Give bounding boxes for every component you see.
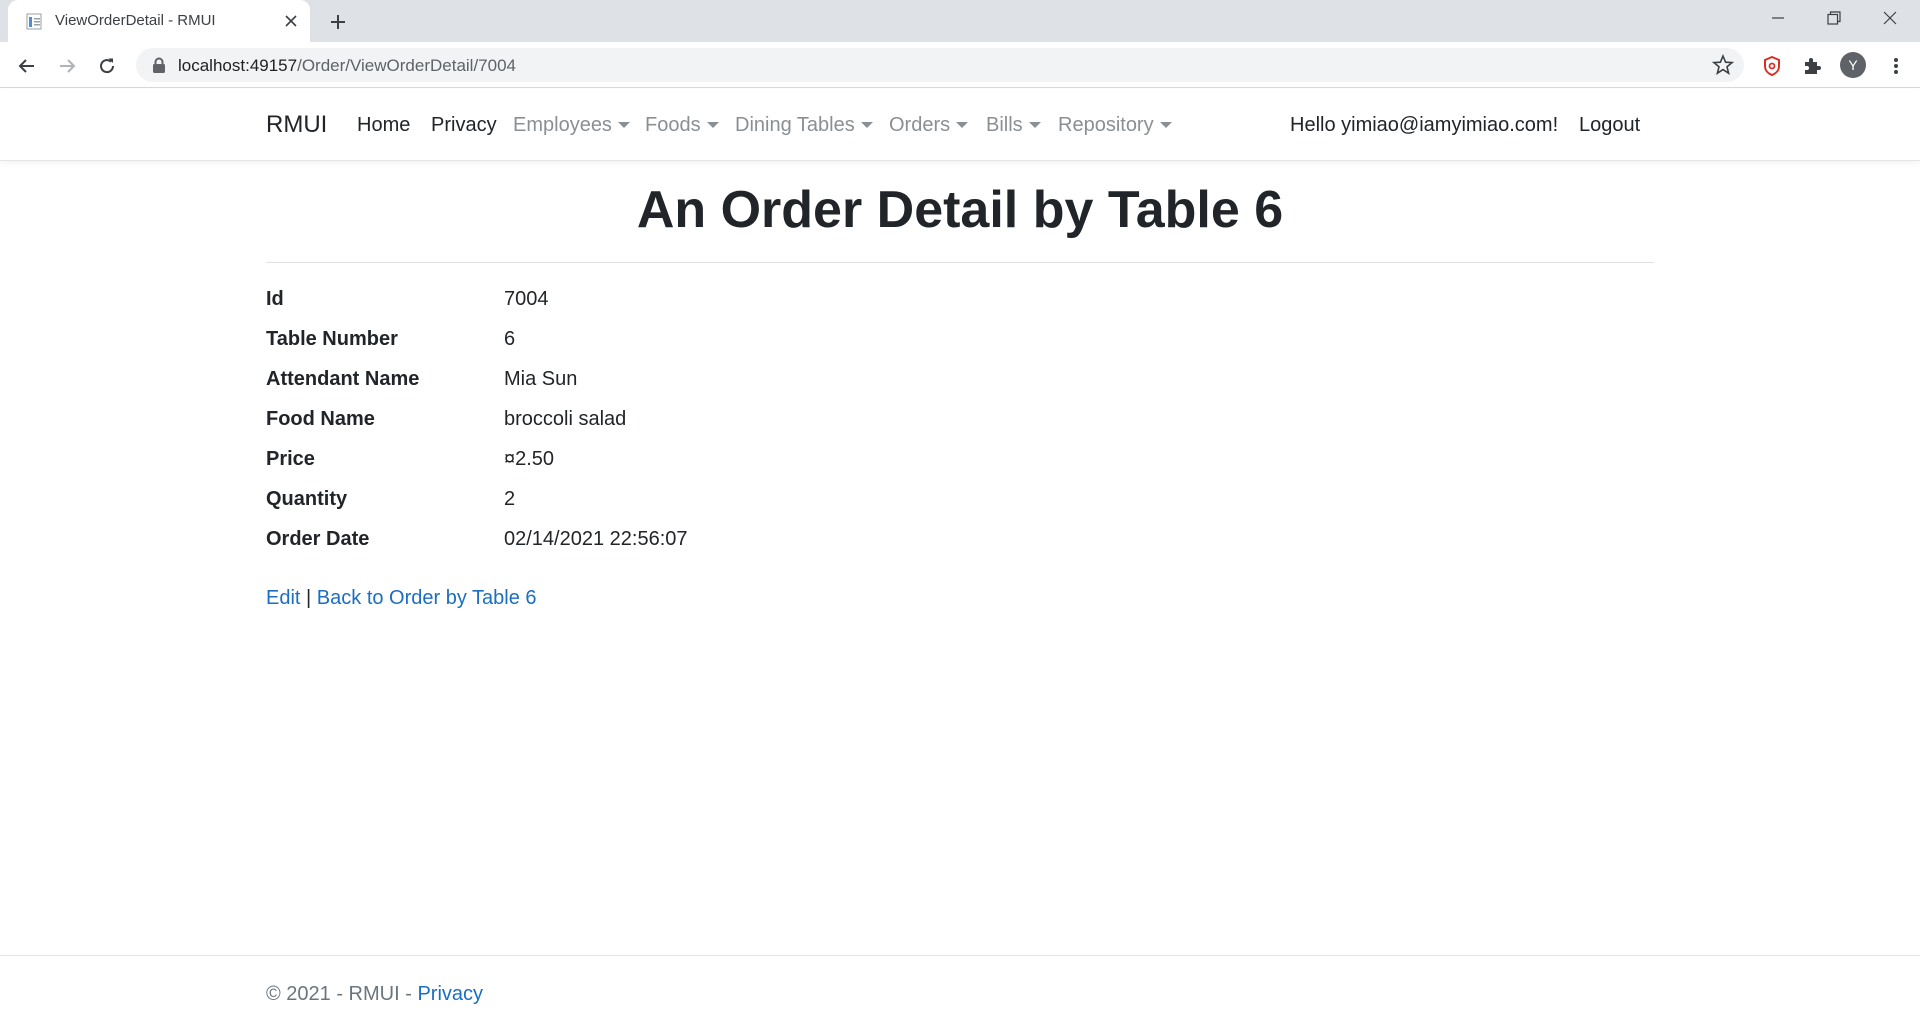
nav-orders-label: Orders xyxy=(889,114,951,136)
url-text: localhost:49157/Order/ViewOrderDetail/70… xyxy=(178,56,516,76)
nav-home[interactable]: Home xyxy=(357,114,410,137)
nav-repository-label: Repository xyxy=(1058,114,1154,136)
user-greeting[interactable]: Hello yimiao@iamyimiao.com! xyxy=(1290,114,1558,137)
caret-down-icon xyxy=(956,122,969,128)
browser-tab[interactable]: ViewOrderDetail - RMUI xyxy=(8,0,310,42)
nav-orders-dropdown[interactable]: Orders xyxy=(889,114,969,137)
field-label-attendant-name: Attendant Name xyxy=(266,368,420,390)
forward-arrow-icon[interactable] xyxy=(53,52,81,80)
browser-menu-icon[interactable] xyxy=(1882,52,1910,80)
nav-bills-dropdown[interactable]: Bills xyxy=(986,114,1041,137)
field-value-quantity: 2 xyxy=(504,488,516,510)
nav-bills-label: Bills xyxy=(986,114,1023,136)
field-value-attendant-name: Mia Sun xyxy=(504,368,578,390)
url-path: /Order/ViewOrderDetail/7004 xyxy=(297,56,516,75)
profile-avatar[interactable]: Y xyxy=(1840,52,1866,78)
browser-toolbar: localhost:49157/Order/ViewOrderDetail/70… xyxy=(0,42,1920,88)
site-navbar: RMUI Home Privacy Employees Foods Dining… xyxy=(0,89,1920,161)
page-favicon-icon xyxy=(26,13,44,30)
logout-button[interactable]: Logout xyxy=(1579,114,1640,137)
footer-divider xyxy=(0,955,1920,956)
minimize-icon[interactable] xyxy=(1750,0,1806,36)
lock-icon[interactable] xyxy=(152,57,166,73)
field-label-table-number: Table Number xyxy=(266,328,398,350)
close-tab-icon[interactable] xyxy=(281,11,301,31)
nav-dining-tables-dropdown[interactable]: Dining Tables xyxy=(735,114,873,137)
nav-repository-dropdown[interactable]: Repository xyxy=(1058,114,1172,137)
back-arrow-icon[interactable] xyxy=(13,52,41,80)
footer-privacy-link[interactable]: Privacy xyxy=(417,983,483,1005)
reload-icon[interactable] xyxy=(93,52,121,80)
field-value-food-name: broccoli salad xyxy=(504,408,627,430)
bookmark-star-icon[interactable] xyxy=(1711,53,1735,76)
address-bar[interactable]: localhost:49157/Order/ViewOrderDetail/70… xyxy=(136,48,1744,82)
page-title: An Order Detail by Table 6 xyxy=(636,181,1284,239)
field-label-food-name: Food Name xyxy=(266,408,375,430)
field-label-order-date: Order Date xyxy=(266,528,370,550)
caret-down-icon xyxy=(860,122,873,128)
footer: © 2021 - RMUI - Privacy xyxy=(266,983,483,1006)
back-to-order-link[interactable]: Back to Order by Table 6 xyxy=(317,587,537,609)
field-value-price: ¤2.50 xyxy=(504,448,555,470)
caret-down-icon xyxy=(706,122,719,128)
footer-copyright: © 2021 - RMUI - xyxy=(266,983,418,1005)
close-window-icon[interactable] xyxy=(1862,0,1918,36)
action-links: Edit | Back to Order by Table 6 xyxy=(266,587,537,610)
url-host: localhost:49157 xyxy=(178,56,298,75)
restore-icon[interactable] xyxy=(1806,0,1862,36)
nav-dining-tables-label: Dining Tables xyxy=(735,114,855,136)
nav-foods-dropdown[interactable]: Foods xyxy=(645,114,719,137)
tab-title: ViewOrderDetail - RMUI xyxy=(55,12,216,29)
caret-down-icon xyxy=(1159,122,1172,128)
edit-link[interactable]: Edit xyxy=(266,587,300,609)
extensions-puzzle-icon[interactable] xyxy=(1798,52,1826,80)
caret-down-icon xyxy=(1028,122,1041,128)
extension-shield-icon[interactable] xyxy=(1758,52,1786,80)
new-tab-icon[interactable] xyxy=(326,10,350,34)
field-label-quantity: Quantity xyxy=(266,488,348,510)
field-value-table-number: 6 xyxy=(504,328,516,350)
link-separator: | xyxy=(306,587,312,609)
nav-employees-label: Employees xyxy=(513,114,612,136)
field-label-price: Price xyxy=(266,448,315,470)
nav-privacy[interactable]: Privacy xyxy=(431,114,497,137)
field-value-id: 7004 xyxy=(504,288,549,310)
navbar-brand[interactable]: RMUI xyxy=(266,111,327,139)
nav-foods-label: Foods xyxy=(645,114,701,136)
nav-employees-dropdown[interactable]: Employees xyxy=(513,114,630,137)
field-value-order-date: 02/14/2021 22:56:07 xyxy=(504,528,688,550)
browser-tabstrip: ViewOrderDetail - RMUI xyxy=(0,0,1920,42)
caret-down-icon xyxy=(617,122,630,128)
title-divider xyxy=(266,262,1654,263)
field-label-id: Id xyxy=(266,288,284,310)
